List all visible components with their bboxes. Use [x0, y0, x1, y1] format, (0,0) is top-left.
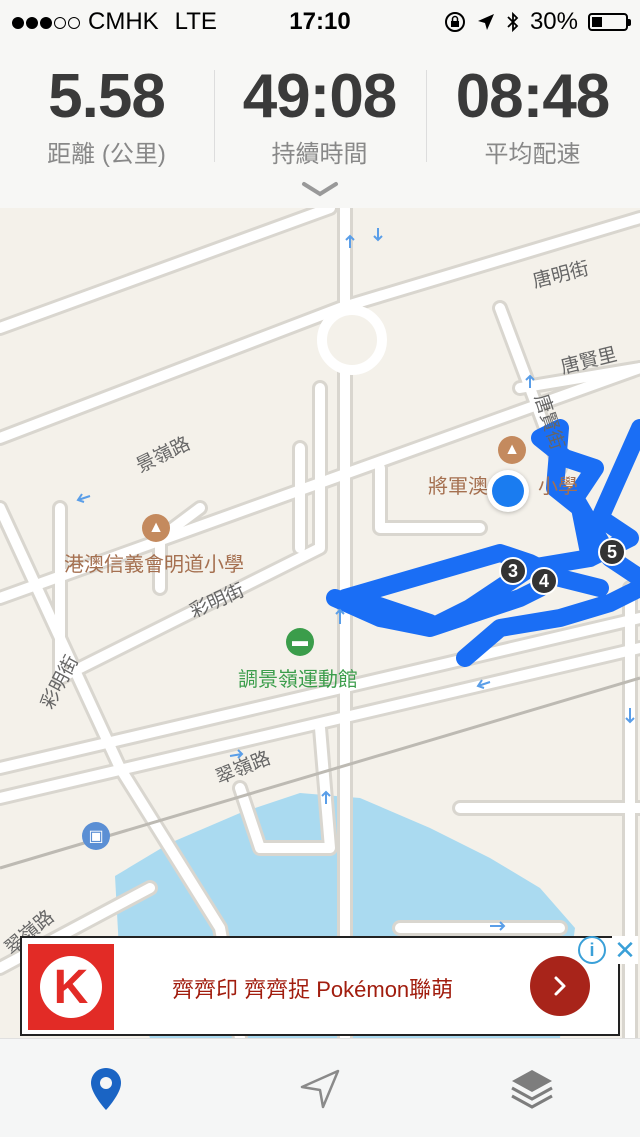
workout-stats-panel[interactable]: 5.58 距離 (公里) 49:08 持續時間 08:48 平均配速: [0, 42, 640, 209]
circle-k-logo: K: [28, 944, 114, 1030]
current-location-dot: [487, 470, 529, 512]
pace-label: 平均配速: [484, 141, 581, 168]
ad-go-button[interactable]: [530, 956, 590, 1016]
km-marker-3[interactable]: 3: [499, 557, 527, 585]
battery-percent: 30%: [529, 8, 578, 35]
roundabout: [317, 305, 387, 375]
poi-label-school-1b[interactable]: 小學: [538, 470, 578, 499]
ad-banner[interactable]: K 齊齊印 齊齊捉 Pokémon聯萌: [20, 936, 620, 1036]
school-icon[interactable]: ▲: [498, 436, 526, 464]
stadium-icon[interactable]: ▬: [286, 628, 314, 656]
map-pin-icon: [91, 1068, 121, 1110]
bluetooth-icon: [507, 11, 519, 33]
poi-label-school-1[interactable]: 將軍澳: [428, 470, 488, 499]
ad-info-icon[interactable]: i: [578, 936, 606, 964]
ad-text[interactable]: 齊齊印 齊齊捉 Pokémon聯萌: [172, 972, 453, 1004]
school-icon[interactable]: ▲: [142, 514, 170, 542]
rotation-lock-icon: [444, 12, 465, 32]
duration-stat: 49:08 持續時間: [213, 62, 426, 169]
chevron-right-icon: [554, 976, 566, 996]
route-map[interactable]: ▲ 將軍澳 小學 ▲ 港澳信義會明道小學 ▬ 調景嶺運動館 ▣ 唐明街 唐賢里 …: [0, 208, 640, 1038]
navigation-arrow-icon: [300, 1069, 340, 1109]
layers-icon: [511, 1070, 553, 1109]
logo-letter: K: [40, 956, 102, 1018]
battery-icon: [588, 13, 631, 31]
pace-value: 08:48: [455, 62, 611, 131]
tab-map[interactable]: [80, 1063, 132, 1115]
km-marker-5[interactable]: 5: [598, 538, 626, 566]
duration-label: 持續時間: [271, 141, 368, 168]
pace-stat: 08:48 平均配速: [426, 62, 639, 169]
ad-close-icon[interactable]: ✕: [612, 935, 638, 965]
distance-stat: 5.58 距離 (公里): [0, 62, 213, 169]
train-station-icon[interactable]: ▣: [82, 822, 110, 850]
map-canvas[interactable]: [0, 208, 640, 1038]
chevron-down-icon[interactable]: [300, 180, 340, 200]
status-bar: CMHK LTE 17:10 30%: [0, 0, 640, 42]
poi-label-sports-centre[interactable]: 調景嶺運動館: [238, 663, 358, 692]
tab-layers[interactable]: [506, 1063, 558, 1115]
duration-value: 49:08: [242, 62, 398, 131]
location-arrow-icon: [477, 14, 494, 30]
distance-value: 5.58: [48, 62, 166, 131]
km-marker-4[interactable]: 4: [530, 567, 558, 595]
distance-label: 距離 (公里): [47, 141, 166, 168]
poi-label-school-2[interactable]: 港澳信義會明道小學: [64, 548, 244, 577]
tab-navigate[interactable]: [294, 1063, 346, 1115]
bottom-tab-bar: [0, 1038, 640, 1137]
status-right: 30%: [444, 8, 631, 36]
